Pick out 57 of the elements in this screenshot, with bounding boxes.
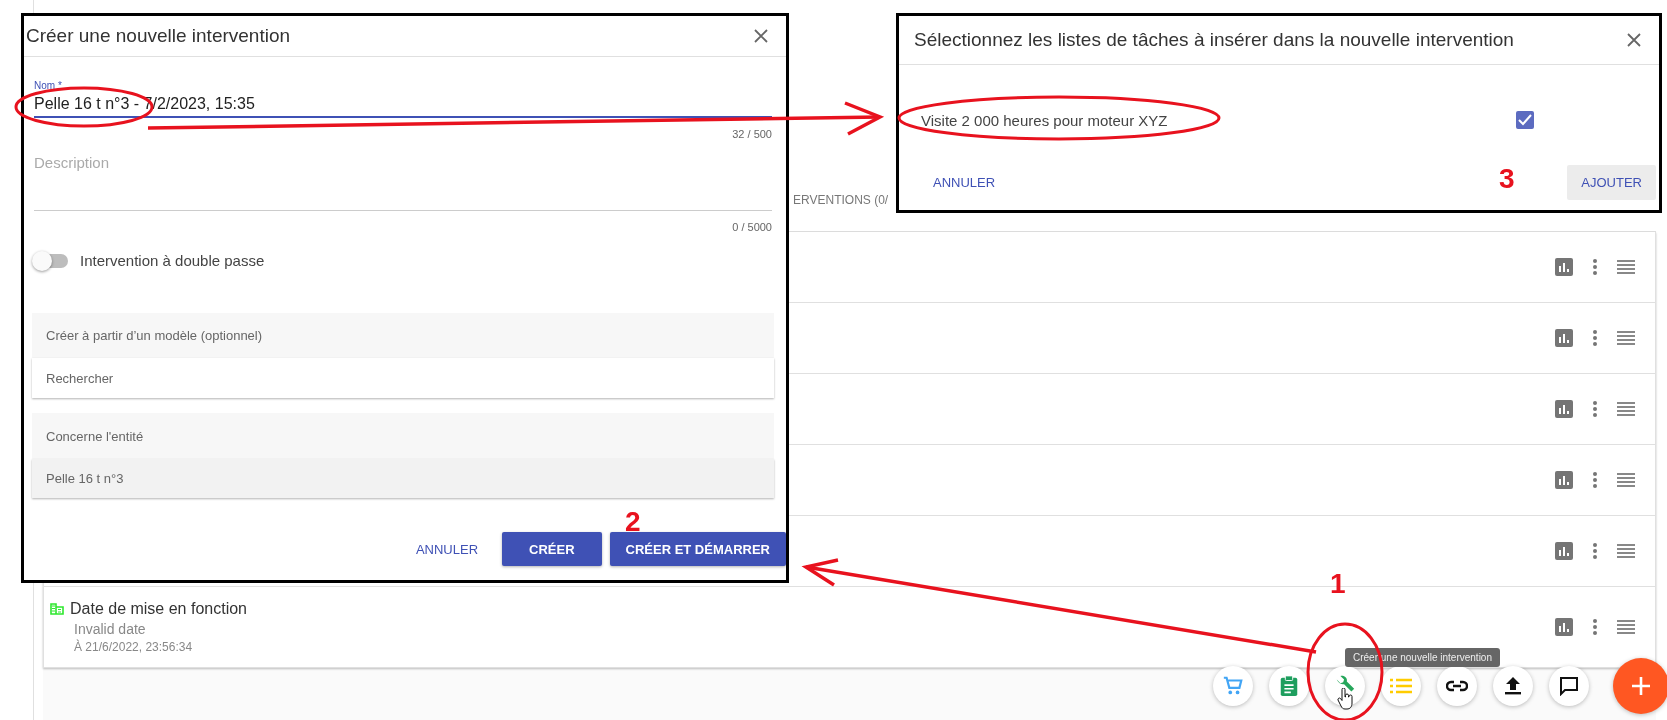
close-icon[interactable]: [1627, 33, 1641, 47]
plus-icon: [1631, 676, 1651, 696]
menu-icon[interactable]: [1617, 620, 1635, 634]
panel-header: Concerne l'entité: [46, 428, 144, 444]
chart-icon[interactable]: [1555, 400, 1573, 418]
chart-icon[interactable]: [1555, 618, 1573, 636]
task-list-label: Visite 2 000 heures pour moteur XYZ: [921, 111, 1168, 129]
toggle-label: Intervention à double passe: [80, 252, 265, 269]
chart-icon[interactable]: [1555, 329, 1573, 347]
more-icon[interactable]: [1593, 472, 1597, 488]
cancel-button[interactable]: ANNULER: [919, 167, 1010, 198]
event-time: À 21/6/2022, 23:56:34: [74, 640, 194, 654]
cancel-button[interactable]: ANNULER: [401, 533, 492, 565]
field-placeholder: Rechercher: [46, 370, 114, 386]
dialog-title: Sélectionnez les listes de tâches à insérer dans la nouvelle intervention: [914, 29, 1514, 51]
close-icon[interactable]: [754, 29, 768, 43]
menu-icon[interactable]: [1617, 402, 1635, 416]
step-number: 1: [1330, 570, 1346, 598]
more-icon[interactable]: [1593, 330, 1597, 346]
hand-cursor-icon: [1337, 688, 1353, 710]
tooltip: Créer une nouvelle intervention: [1345, 648, 1500, 667]
event-title: Date de mise en fonction: [70, 600, 247, 618]
list-icon: [1390, 678, 1412, 694]
link-icon: [1446, 680, 1468, 692]
tab-label[interactable]: ERVENTIONS (0/: [793, 193, 889, 207]
toggle-switch[interactable]: [34, 253, 68, 268]
upload-icon: [1505, 677, 1521, 695]
menu-icon[interactable]: [1617, 331, 1635, 345]
chart-icon[interactable]: [1555, 542, 1573, 560]
create-button[interactable]: CRÉER: [502, 532, 602, 566]
event-value: Invalid date: [74, 621, 147, 637]
panel-header: Créer à partir d’un modèle (optionnel): [46, 328, 263, 343]
field-label: Nom *: [34, 81, 62, 91]
field-value: Pelle 16 t n°3: [46, 471, 124, 486]
character-counter: 32 / 500: [732, 128, 772, 140]
character-counter: 0 / 5000: [732, 221, 772, 233]
cart-icon: [1222, 675, 1244, 697]
comment-icon: [1559, 676, 1579, 696]
clipboard-icon: [1279, 675, 1299, 697]
chart-icon[interactable]: [1555, 471, 1573, 489]
search-field[interactable]: Rechercher: [32, 358, 774, 398]
more-icon[interactable]: [1593, 401, 1597, 417]
entity-field[interactable]: Pelle 16 t n°3: [32, 459, 774, 498]
checkbox[interactable]: [1516, 111, 1534, 129]
create-and-start-button[interactable]: CRÉER ET DÉMARRER: [609, 532, 786, 566]
menu-icon[interactable]: [1617, 473, 1635, 487]
step-number: 3: [1499, 165, 1515, 193]
field-placeholder: Description: [34, 154, 111, 171]
more-icon[interactable]: [1593, 259, 1597, 275]
table-icon: [50, 603, 64, 615]
more-icon[interactable]: [1593, 619, 1597, 635]
menu-icon[interactable]: [1617, 260, 1635, 274]
add-button[interactable]: AJOUTER: [1567, 165, 1656, 200]
menu-icon[interactable]: [1617, 544, 1635, 558]
dialog-title: Créer une nouvelle intervention: [26, 25, 291, 47]
more-icon[interactable]: [1593, 543, 1597, 559]
chart-icon[interactable]: [1555, 258, 1573, 276]
